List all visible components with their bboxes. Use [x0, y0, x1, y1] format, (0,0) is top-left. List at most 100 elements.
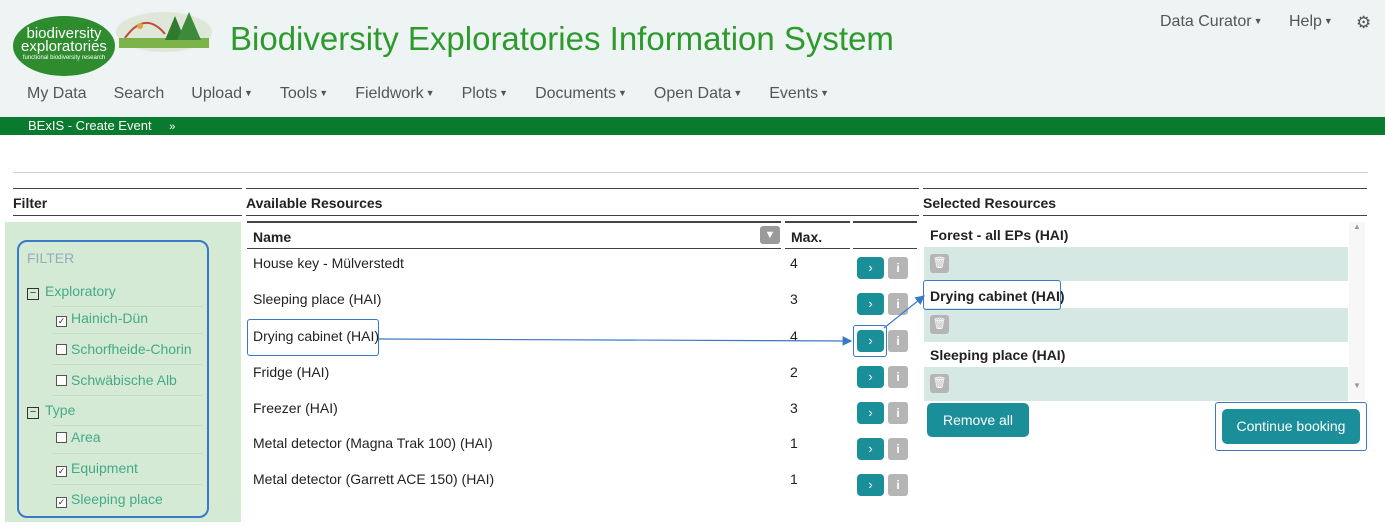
help-menu[interactable]: Help ▼ [1289, 13, 1333, 31]
divider [52, 395, 202, 396]
type-label: Type [45, 402, 76, 418]
selected-resource-actions: 🗑 [924, 247, 1348, 281]
nav-tools[interactable]: Tools ▼ [280, 85, 328, 103]
resource-name: Fridge (HAI) [253, 364, 330, 380]
caret-down-icon: ▼ [820, 88, 830, 98]
info-button[interactable]: i [888, 330, 908, 352]
divider [52, 484, 202, 485]
exploratory-group[interactable]: − Exploratory [27, 283, 116, 300]
resource-name: Metal detector (Magna Trak 100) (HAI) [253, 435, 493, 451]
nav-open-data[interactable]: Open Data ▼ [654, 85, 742, 103]
caret-down-icon: ▼ [499, 88, 509, 98]
divider [52, 306, 202, 307]
nav-documents-label: Documents [535, 85, 616, 102]
filter-equipment-label: Equipment [71, 460, 138, 476]
caret-down-icon: ▼ [618, 88, 627, 98]
selected-resource-name: Forest - all EPs (HAI) [930, 227, 1069, 243]
add-resource-button[interactable]: › [857, 438, 884, 460]
checkbox-icon [56, 344, 67, 355]
logo-sub: functional biodiversity research [22, 55, 106, 61]
scroll-up-icon[interactable]: ▲ [1349, 222, 1365, 231]
trash-icon[interactable]: 🗑 [930, 374, 949, 393]
selected-resource-name: Sleeping place (HAI) [930, 347, 1066, 363]
trash-icon[interactable]: 🗑 [930, 254, 949, 273]
resource-max: 4 [790, 255, 798, 271]
resource-max: 3 [790, 400, 798, 416]
app-title: Biodiversity Exploratories Information S… [230, 20, 894, 57]
add-resource-button[interactable]: › [857, 402, 884, 424]
nav-upload[interactable]: Upload ▼ [191, 85, 253, 103]
header: biodiversity exploratories functional bi… [0, 0, 1385, 117]
resource-name: Metal detector (Garrett ACE 150) (HAI) [253, 471, 495, 487]
nav-fieldwork[interactable]: Fieldwork ▼ [355, 85, 434, 103]
add-resource-button[interactable]: › [857, 474, 884, 496]
main-nav: My Data Search Upload ▼ Tools ▼ Fieldwork ▼… [27, 85, 856, 103]
scroll-down-icon[interactable]: ▼ [1349, 381, 1365, 390]
gear-icon[interactable]: ⚙ [1356, 13, 1371, 33]
checkbox-checked-icon: ✓ [56, 497, 67, 508]
max-column-header[interactable]: Max. [785, 221, 850, 249]
checkbox-icon [56, 432, 67, 443]
filter-schwabische-alb-label: Schwäbische Alb [71, 372, 177, 388]
nav-upload-label: Upload [191, 85, 242, 102]
nav-plots[interactable]: Plots ▼ [462, 85, 509, 103]
resource-max: 4 [790, 328, 798, 344]
nav-my-data[interactable]: My Data [27, 85, 87, 103]
nav-open-data-label: Open Data [653, 85, 732, 102]
add-resource-button[interactable]: › [857, 293, 884, 315]
divider [52, 364, 202, 365]
filter-title: FILTER [27, 250, 75, 266]
add-resource-button[interactable]: › [857, 366, 884, 388]
checkbox-checked-icon: ✓ [56, 316, 67, 327]
nav-documents[interactable]: Documents ▼ [535, 85, 627, 103]
nav-fieldwork-label: Fieldwork [355, 85, 424, 102]
info-button[interactable]: i [888, 474, 908, 496]
double-chevron-down-icon: » [169, 121, 176, 133]
continue-booking-button[interactable]: Continue booking [1222, 409, 1360, 444]
scrollbar[interactable]: ▲ ▼ [1349, 222, 1365, 400]
selected-column-header: Selected Resources [923, 188, 1367, 216]
logo[interactable]: biodiversity exploratories functional bi… [13, 16, 115, 76]
divider [52, 425, 202, 426]
selected-resources-panel: Forest - all EPs (HAI) 🗑 Drying cabinet … [924, 222, 1348, 401]
filter-sleeping-place[interactable]: ✓ Sleeping place [56, 491, 163, 508]
filter-schorfheide-chorin-label: Schorfheide-Chorin [71, 341, 192, 357]
filter-area-label: Area [71, 429, 101, 445]
type-group[interactable]: − Type [27, 402, 75, 419]
filter-hainich-dun[interactable]: ✓ Hainich-Dün [56, 310, 148, 327]
filter-schwabische-alb[interactable]: Schwäbische Alb [56, 372, 177, 388]
resource-max: 2 [790, 364, 798, 380]
add-resource-button[interactable]: › [857, 257, 884, 279]
trash-icon[interactable]: 🗑 [930, 315, 949, 334]
caret-down-icon: ▼ [1253, 16, 1263, 26]
collapse-icon: − [27, 407, 39, 419]
filter-schorfheide-chorin[interactable]: Schorfheide-Chorin [56, 341, 192, 357]
add-resource-button[interactable]: › [857, 330, 884, 352]
name-column-header[interactable]: Name [247, 221, 781, 249]
info-button[interactable]: i [888, 402, 908, 424]
selected-resource-actions: 🗑 [924, 367, 1348, 401]
breadcrumb[interactable]: BExIS - Create Event » [0, 118, 175, 133]
caret-down-icon: ▼ [733, 88, 743, 98]
nav-events[interactable]: Events ▼ [769, 85, 829, 103]
filter-hainich-dun-label: Hainich-Dün [71, 310, 149, 326]
divider [52, 333, 202, 334]
info-button[interactable]: i [888, 257, 908, 279]
nav-search[interactable]: Search [114, 85, 165, 103]
selected-resource-actions: 🗑 [924, 308, 1348, 342]
available-column-header: Available Resources [246, 188, 919, 216]
divider [13, 172, 1368, 173]
filter-sleeping-place-label: Sleeping place [71, 491, 163, 507]
user-menu[interactable]: Data Curator ▼ [1160, 13, 1263, 31]
info-button[interactable]: i [888, 293, 908, 315]
info-button[interactable]: i [888, 366, 908, 388]
selected-highlight-box [923, 280, 1061, 310]
checkbox-icon [56, 375, 67, 386]
resource-name: Freezer (HAI) [253, 400, 338, 416]
info-button[interactable]: i [888, 438, 908, 460]
filter-equipment[interactable]: ✓ Equipment [56, 460, 138, 477]
filter-icon[interactable]: ▼ [760, 226, 780, 244]
filter-area[interactable]: Area [56, 429, 101, 445]
nav-tools-label: Tools [279, 85, 318, 102]
remove-all-button[interactable]: Remove all [927, 403, 1029, 437]
